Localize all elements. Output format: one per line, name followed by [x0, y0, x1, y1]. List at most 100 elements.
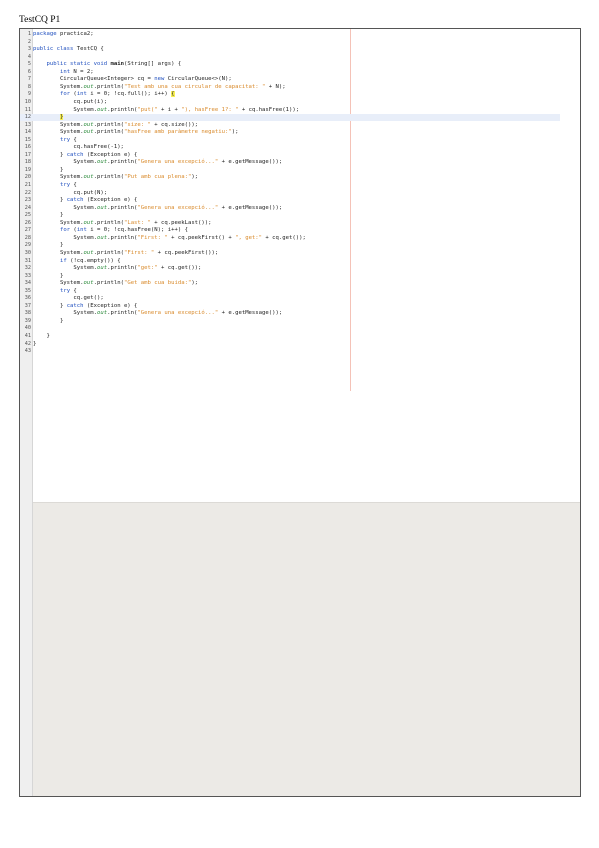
code-token: ); [191, 174, 199, 181]
code-token: i = 0; !cq.full(); i++) [86, 91, 172, 98]
line-number: 27 [24, 227, 31, 234]
code-line[interactable]: 30 System.out.println("First: " + cq.pee… [20, 250, 560, 257]
line-number: 7 [27, 76, 31, 83]
code-line[interactable]: 12 } [20, 114, 560, 122]
code-token: } [33, 340, 37, 347]
code-line[interactable]: 28 System.out.println("First: " + cq.pee… [20, 235, 560, 242]
code-token: } [59, 114, 64, 121]
code-token: + e.getMessage()); [218, 310, 283, 317]
code-token: "Genera una excepció..." [137, 159, 219, 166]
code-line[interactable]: 34 System.out.println("Get amb cua buida… [20, 280, 560, 287]
code-line[interactable]: 25 } [20, 212, 560, 219]
code-token: out [97, 265, 108, 272]
code-text: System.out.println("hasFree amb paràmetr… [33, 129, 239, 136]
code-line[interactable]: 41 } [20, 333, 560, 340]
code-token: System. [33, 121, 84, 128]
code-line[interactable]: 10 cq.put(i); [20, 99, 560, 106]
code-token: } [33, 151, 67, 158]
code-line[interactable]: 16 cq.hasFree(-1); [20, 144, 560, 151]
code-line[interactable]: 38 System.out.println("Genera una excepc… [20, 310, 560, 317]
code-token: "First: " [137, 234, 168, 241]
code-token: } [33, 242, 64, 249]
code-line[interactable]: 20 System.out.println("Put amb cua plena… [20, 174, 560, 181]
code-token: (!cq.empty()) { [66, 257, 121, 264]
code-line[interactable]: 33 } [20, 273, 560, 280]
code-line[interactable]: 31 if (!cq.empty()) { [20, 258, 560, 265]
code-token: .println( [93, 174, 124, 181]
code-line[interactable]: 35 try { [20, 288, 560, 295]
code-token: out [97, 106, 108, 113]
code-token: try [59, 182, 71, 188]
code-token: .println( [107, 106, 138, 113]
code-line[interactable]: 8 System.out.println("Test amb una cua c… [20, 84, 560, 91]
code-line[interactable]: 23 } catch (Exception e) { [20, 197, 560, 204]
code-token: .println( [93, 249, 124, 256]
code-text: System.out.println("put(" + i + "), hasF… [33, 107, 299, 113]
code-line[interactable]: 15 try { [20, 137, 560, 144]
code-line[interactable]: 14 System.out.println("hasFree amb paràm… [20, 129, 560, 136]
code-token: catch [66, 302, 84, 309]
line-number: 14 [24, 129, 31, 136]
code-line[interactable]: 39 } [20, 318, 560, 325]
code-line[interactable]: 7 CircularQueue<Integer> cq = new Circul… [20, 76, 560, 83]
code-token: public static void [46, 61, 108, 68]
line-number: 28 [24, 234, 31, 241]
code-token: ( [70, 91, 77, 98]
code-line[interactable]: 40 [20, 325, 560, 332]
code-line[interactable]: 17 } catch (Exception e) { [20, 152, 560, 159]
code-token: int [76, 227, 87, 234]
editor-empty-area [33, 502, 580, 796]
code-line[interactable]: 4 [20, 54, 560, 61]
code-line[interactable]: 26 System.out.println("Last: " + cq.peek… [20, 220, 560, 227]
code-token: .println( [93, 129, 124, 136]
code-line[interactable]: 32 System.out.println("get:" + cq.get())… [20, 265, 560, 272]
code-line[interactable]: 18 System.out.println("Genera una excepc… [20, 159, 560, 166]
code-text: CircularQueue<Integer> cq = new Circular… [33, 76, 232, 82]
code-line[interactable]: 5 public static void main(String[] args)… [20, 61, 560, 68]
code-line[interactable]: 24 System.out.println("Genera una excepc… [20, 205, 560, 212]
code-line[interactable]: 2 [20, 39, 560, 46]
code-text: } [33, 333, 49, 339]
code-token: out [83, 174, 94, 181]
code-line[interactable]: 3 public class TestCQ { [20, 46, 560, 53]
line-number: 1 [27, 31, 31, 37]
code-line[interactable]: 43 [20, 348, 560, 355]
code-token: (Exception e) { [83, 151, 138, 158]
code-token: ); [191, 280, 199, 287]
code-text: System.out.println("Genera una excepció.… [33, 159, 282, 165]
code-line[interactable]: 19 } [20, 167, 560, 174]
code-line[interactable]: 13 System.out.println("size: " + cq.size… [20, 122, 560, 129]
code-token: out [83, 219, 94, 226]
line-number: 20 [24, 174, 31, 181]
code-line[interactable]: 37 } catch (Exception e) { [20, 303, 560, 310]
code-token: System. [33, 204, 97, 211]
code-line[interactable]: 11 System.out.println("put(" + i + "), h… [20, 107, 560, 114]
code-line[interactable]: 9 for (int i = 0; !cq.full(); i++) { [20, 91, 560, 98]
code-token: System. [33, 129, 84, 136]
code-line[interactable]: 36 cq.get(); [20, 295, 560, 302]
code-line[interactable]: 42} [20, 341, 560, 348]
code-line[interactable]: 27 for (int i = 0; !cq.hasFree(N); i++) … [20, 227, 560, 234]
code-token: System. [33, 159, 97, 166]
code-token: for [59, 227, 71, 234]
line-number: 12 [24, 114, 31, 121]
code-token: new [154, 76, 165, 83]
code-token: package [33, 31, 57, 37]
line-number: 15 [24, 136, 31, 143]
code-token: + cq.size()); [150, 121, 199, 128]
code-token: .println( [93, 219, 124, 226]
code-line[interactable]: 21 try { [20, 182, 560, 189]
line-number: 32 [24, 265, 31, 272]
code-token: .println( [107, 234, 138, 241]
code-line[interactable]: 6 int N = 2; [20, 69, 560, 76]
code-line[interactable]: 1 package practica2; [20, 31, 560, 38]
code-text: System.out.println("Test amb una cua cir… [33, 84, 286, 90]
code-line[interactable]: 22 cq.put(N); [20, 190, 560, 197]
code-line[interactable]: 29 } [20, 242, 560, 249]
line-number: 35 [24, 287, 31, 294]
code-token: "Genera una excepció..." [137, 310, 219, 317]
